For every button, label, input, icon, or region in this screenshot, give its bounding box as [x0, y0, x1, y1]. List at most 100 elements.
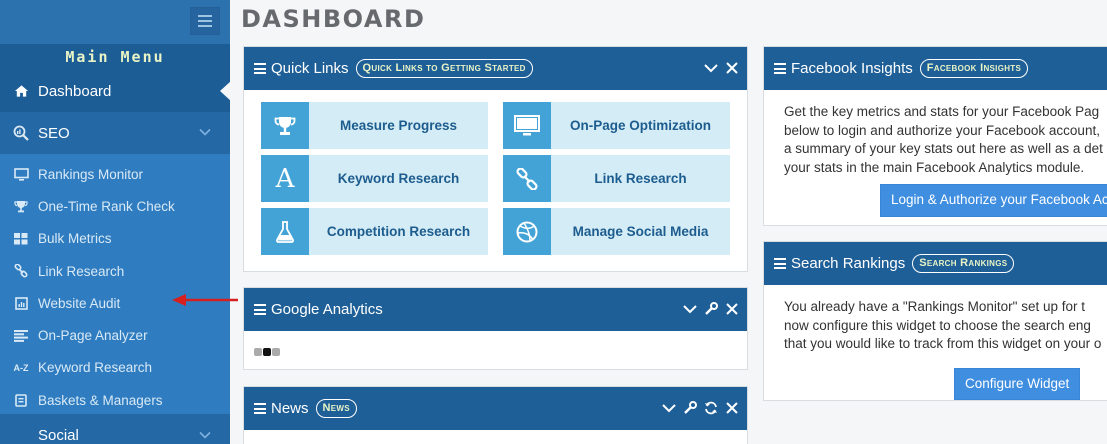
quick-link-keyword-research[interactable]: A Keyword Research — [261, 155, 488, 202]
menu-icon[interactable] — [254, 304, 266, 315]
sidebar-item-keyword-research[interactable]: A-Z Keyword Research — [0, 352, 230, 384]
sidebar-item-label: Rankings Monitor — [38, 166, 144, 182]
audit-icon — [12, 297, 30, 310]
trophy-icon — [12, 200, 30, 213]
text-line: You already have a "Rankings Monitor" se… — [784, 299, 1086, 314]
text-line: a summary of your key stats out here as … — [784, 141, 1103, 156]
quick-link-measure-progress[interactable]: Measure Progress — [261, 102, 488, 149]
panel-badge: Search Rankings — [912, 254, 1015, 273]
list-icon — [12, 329, 30, 342]
text-line: below to login and authorize your Facebo… — [784, 122, 1100, 138]
quick-link-label: Measure Progress — [339, 118, 458, 133]
quick-link-label: Manage Social Media — [572, 224, 709, 239]
close-icon[interactable] — [725, 401, 739, 415]
panel-header: News News — [244, 387, 747, 430]
panel-title: Quick Links — [271, 60, 349, 77]
panel-header: Google Analytics — [244, 288, 747, 331]
facebook-insights-panel: Facebook Insights Facebook Insights Get … — [763, 46, 1107, 226]
sidebar-item-label: Website Audit — [38, 295, 121, 311]
quick-link-label: Competition Research — [326, 224, 471, 239]
sidebar-item-dashboard[interactable]: Dashboard — [0, 70, 230, 112]
text-line: your stats in the main Facebook Analytic… — [784, 159, 1085, 175]
sidebar-item-label: Link Research — [38, 263, 125, 279]
login-authorize-facebook-button[interactable]: Login & Authorize your Facebook Ac — [880, 184, 1107, 217]
sidebar-item-bulk-metrics[interactable]: Bulk Metrics — [0, 223, 230, 255]
text-line: that you would like to track from this w… — [784, 336, 1102, 351]
seo-submenu: Rankings Monitor One-Time Rank Check Bul… — [0, 154, 230, 416]
panel-title: Search Rankings — [791, 255, 906, 272]
panel-title: Facebook Insights — [791, 60, 913, 77]
quick-link-manage-social-media[interactable]: Manage Social Media — [503, 208, 730, 255]
panel-badge: Facebook Insights — [919, 59, 1029, 78]
quick-link-competition-research[interactable]: Competition Research — [261, 208, 488, 255]
chevron-down-icon[interactable] — [662, 401, 676, 415]
chevron-down-icon[interactable] — [704, 61, 718, 75]
search-rankings-description: You already have a "Rankings Monitor" se… — [764, 285, 1107, 400]
panel-title: Google Analytics — [271, 301, 383, 318]
monitor-icon — [503, 102, 551, 149]
page-title: DASHBOARD — [241, 5, 426, 33]
dribbble-icon — [503, 208, 551, 255]
menu-icon[interactable] — [774, 63, 786, 74]
quick-link-label: On-Page Optimization — [569, 118, 711, 133]
quick-link-label: Keyword Research — [337, 171, 460, 186]
google-analytics-panel: Google Analytics — [243, 287, 748, 370]
a-z-icon: A-Z — [13, 362, 29, 373]
menu-icon[interactable] — [774, 258, 786, 269]
quick-links-panel: Quick Links Quick Links to Getting Start… — [243, 46, 748, 272]
sidebar-item-baskets-managers[interactable]: Baskets & Managers — [0, 384, 230, 416]
panel-tools — [662, 401, 739, 415]
sidebar-item-label: Bulk Metrics — [38, 231, 112, 247]
panel-header: Facebook Insights Facebook Insights — [764, 47, 1107, 90]
sidebar-item-label: Social — [38, 426, 79, 444]
trophy-icon — [261, 102, 309, 149]
close-icon[interactable] — [725, 61, 739, 75]
sidebar-item-social[interactable]: Social — [0, 414, 230, 444]
panel-badge: News — [315, 399, 357, 418]
sidebar-top — [0, 0, 230, 44]
panel-tools — [704, 61, 739, 75]
chevron-down-icon[interactable] — [683, 302, 697, 316]
menu-icon[interactable] — [254, 403, 266, 414]
panel-tools — [683, 302, 739, 316]
sidebar-toggle-button[interactable] — [190, 7, 220, 35]
sidebar-item-on-page-analyzer[interactable]: On-Page Analyzer — [0, 319, 230, 351]
link-icon — [12, 264, 30, 278]
wrench-icon[interactable] — [683, 401, 697, 415]
sidebar-item-label: One-Time Rank Check — [38, 198, 175, 214]
facebook-description: Get the key metrics and stats for your F… — [764, 90, 1107, 217]
chevron-down-icon — [199, 431, 211, 439]
letter-a-icon: A — [261, 155, 309, 202]
sidebar-item-rankings-monitor[interactable]: Rankings Monitor — [0, 158, 230, 190]
quick-link-on-page-optimization[interactable]: On-Page Optimization — [503, 102, 730, 149]
grid-icon — [12, 232, 30, 245]
sidebar-item-one-time-rank-check[interactable]: One-Time Rank Check — [0, 190, 230, 222]
configure-widget-button[interactable]: Configure Widget — [954, 367, 1081, 400]
red-arrow-annotation — [172, 294, 238, 306]
sidebar-item-label: Dashboard — [38, 82, 112, 100]
sidebar-item-label: SEO — [38, 124, 70, 142]
sidebar-item-seo[interactable]: SEO — [0, 112, 230, 154]
sidebar-item-label: Keyword Research — [38, 360, 153, 376]
sidebar: Main Menu Dashboard SEO Rankings Monitor… — [0, 0, 230, 444]
chevron-down-icon — [199, 128, 211, 136]
panel-title: News — [271, 400, 309, 417]
search-rankings-panel: Search Rankings Search Rankings You alre… — [763, 241, 1107, 401]
sidebar-item-label: Baskets & Managers — [38, 392, 163, 408]
main-menu-title: Main Menu — [0, 44, 230, 70]
quick-links-grid: Measure Progress On-Page Optimization A … — [261, 102, 730, 255]
close-icon[interactable] — [725, 302, 739, 316]
news-panel: News News — [243, 386, 748, 444]
panel-header: Search Rankings Search Rankings — [764, 242, 1107, 285]
wrench-icon[interactable] — [704, 302, 718, 316]
text-line: now configure this widget to choose the … — [784, 317, 1091, 333]
quick-link-link-research[interactable]: Link Research — [503, 155, 730, 202]
refresh-icon[interactable] — [704, 401, 718, 415]
text-line: Get the key metrics and stats for your F… — [784, 104, 1100, 119]
sidebar-item-link-research[interactable]: Link Research — [0, 255, 230, 287]
panel-badge: Quick Links to Getting Started — [355, 59, 533, 78]
basket-icon — [12, 393, 30, 407]
loading-indicator — [254, 348, 280, 356]
menu-icon[interactable] — [254, 63, 266, 74]
flask-icon — [261, 208, 309, 255]
